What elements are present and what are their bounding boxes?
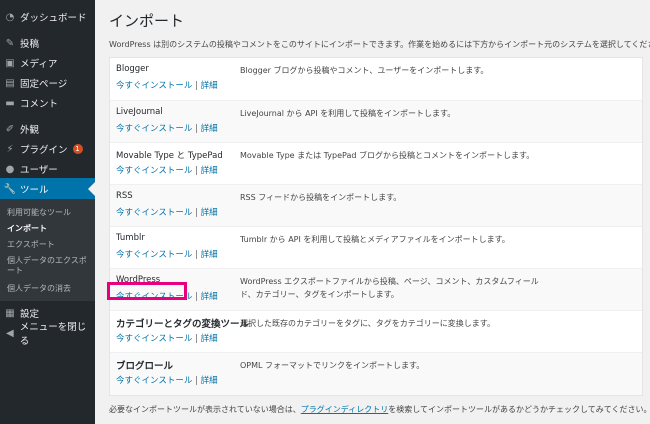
tools-submenu: 利用可能なツール インポート エクスポート 個人データのエクスポート 個人データ… — [0, 199, 95, 301]
menu-users-label: ユーザー — [20, 165, 58, 176]
page-title: インポート — [109, 12, 185, 30]
collapse-menu-button[interactable]: ◀ メニューを閉じる — [0, 322, 95, 347]
menu-plugins[interactable]: ⚡ プラグイン 1 — [0, 138, 95, 160]
footer-text-after: を検索してインポートツールがあるかどうかチェックしてみてください。 — [388, 405, 650, 414]
dashboard-icon: ◔ — [5, 11, 15, 23]
menu-dashboard-label: ダッシュボード — [20, 13, 87, 24]
importer-description: OPML フォーマットでリンクをインポートします。 — [240, 361, 425, 370]
submenu-export[interactable]: エクスポート — [7, 240, 93, 250]
media-icon: ▣ — [5, 57, 15, 69]
install-now-link[interactable]: 今すぐインストール — [116, 208, 192, 218]
menu-pages[interactable]: ▤ 固定ページ — [0, 72, 95, 94]
importer-row-tumblr: Tumblr 今すぐインストール | 詳細 Tumblr から API を利用し… — [110, 226, 642, 269]
footer-note: 必要なインポートツールが表示されていない場合は、プラグインディレクトリを検索して… — [109, 404, 650, 415]
active-indicator — [88, 182, 95, 196]
importer-description: Movable Type または TypePad ブログから投稿とコメントをイン… — [240, 151, 535, 160]
plugins-update-badge: 1 — [72, 144, 83, 154]
admin-sidebar: ◔ ダッシュボード ✎ 投稿 ▣ メディア ▤ 固定ページ ▬ コメント ✐ 外… — [0, 0, 95, 424]
importer-description: LiveJournal から API を利用して投稿をインポートします。 — [240, 109, 456, 118]
install-now-link[interactable]: 今すぐインストール — [116, 250, 192, 260]
details-link[interactable]: 詳細 — [201, 124, 218, 134]
importer-description: 選択した既存のカテゴリーをタグに、タグをカテゴリーに変換します。 — [240, 319, 495, 328]
action-separator: | — [195, 124, 198, 134]
plugin-directory-link[interactable]: プラグインディレクトリ — [301, 405, 388, 414]
importer-row-category-tag-converter: カテゴリーとタグの変換ツール 今すぐインストール | 詳細 選択した既存のカテゴ… — [110, 310, 642, 353]
importer-row-blogger: Blogger 今すぐインストール | 詳細 Blogger ブログから投稿やコ… — [110, 58, 642, 100]
submenu-import[interactable]: インポート — [7, 224, 93, 234]
comment-icon: ▬ — [5, 97, 15, 109]
importer-name: カテゴリーとタグの変換ツール — [116, 319, 250, 330]
menu-tools[interactable]: 🔧 ツール — [0, 178, 95, 200]
submenu-available-tools[interactable]: 利用可能なツール — [7, 208, 93, 218]
menu-settings-label: 設定 — [20, 309, 40, 320]
collapse-menu-label: メニューを閉じる — [19, 322, 87, 347]
details-link[interactable]: 詳細 — [201, 334, 218, 344]
importer-name: Movable Type と TypePad — [116, 151, 223, 161]
main-content: インポート WordPress は別のシステムの投稿やコメントをこのサイトにイン… — [95, 0, 650, 424]
menu-plugins-label: プラグイン — [20, 145, 68, 156]
menu-tools-label: ツール — [20, 185, 49, 196]
action-separator: | — [195, 292, 198, 302]
menu-users[interactable]: ● ユーザー — [0, 158, 95, 180]
importer-row-wordpress: WordPress 今すぐインストール | 詳細 WordPress エクスポー… — [110, 268, 642, 311]
brush-icon: ✐ — [5, 123, 15, 135]
user-icon: ● — [5, 163, 15, 175]
menu-posts[interactable]: ✎ 投稿 — [0, 32, 95, 54]
install-now-link[interactable]: 今すぐインストール — [116, 81, 192, 91]
menu-comments-label: コメント — [20, 99, 59, 110]
menu-comments[interactable]: ▬ コメント — [0, 92, 95, 114]
importer-description: WordPress エクスポートファイルから投稿、ページ、コメント、カスタムフィ… — [240, 277, 539, 299]
details-link[interactable]: 詳細 — [201, 292, 218, 302]
importers-table: Blogger 今すぐインストール | 詳細 Blogger ブログから投稿やコ… — [109, 57, 643, 396]
importer-description: Blogger ブログから投稿やコメント、ユーザーをインポートします。 — [240, 66, 489, 75]
wrench-icon: 🔧 — [3, 183, 17, 195]
submenu-export-personal-data[interactable]: 個人データのエクスポート — [7, 256, 93, 276]
pin-icon: ✎ — [5, 37, 15, 49]
importer-name: LiveJournal — [116, 107, 163, 117]
install-now-link[interactable]: 今すぐインストール — [116, 334, 192, 344]
action-separator: | — [195, 81, 198, 91]
details-link[interactable]: 詳細 — [201, 166, 218, 176]
action-separator: | — [195, 334, 198, 344]
install-now-link[interactable]: 今すぐインストール — [116, 166, 192, 176]
menu-posts-label: 投稿 — [20, 39, 40, 50]
install-now-link[interactable]: 今すぐインストール — [116, 376, 192, 386]
importer-row-movable-type: Movable Type と TypePad 今すぐインストール | 詳細 Mo… — [110, 142, 642, 185]
wordpress-install-highlight — [107, 282, 187, 300]
page-icon: ▤ — [5, 77, 15, 89]
importer-name: RSS — [116, 191, 133, 201]
importer-name: ブログロール — [116, 361, 174, 372]
importer-name: Blogger — [116, 64, 149, 74]
collapse-icon: ◀ — [6, 327, 14, 339]
plug-icon: ⚡ — [6, 143, 14, 155]
details-link[interactable]: 詳細 — [201, 376, 218, 386]
submenu-erase-personal-data[interactable]: 個人データの消去 — [7, 284, 93, 294]
action-separator: | — [195, 250, 198, 260]
importer-row-blogroll: ブログロール 今すぐインストール | 詳細 OPML フォーマットでリンクをイン… — [110, 352, 642, 395]
importer-description: RSS フィードから投稿をインポートします。 — [240, 193, 402, 202]
importer-row-livejournal: LiveJournal 今すぐインストール | 詳細 LiveJournal か… — [110, 100, 642, 143]
menu-pages-label: 固定ページ — [20, 79, 68, 90]
menu-dashboard[interactable]: ◔ ダッシュボード — [0, 6, 95, 28]
action-separator: | — [195, 376, 198, 386]
action-separator: | — [195, 208, 198, 218]
details-link[interactable]: 詳細 — [201, 250, 218, 260]
details-link[interactable]: 詳細 — [201, 208, 218, 218]
action-separator: | — [195, 166, 198, 176]
details-link[interactable]: 詳細 — [201, 81, 218, 91]
importer-row-rss: RSS 今すぐインストール | 詳細 RSS フィードから投稿をインポートします… — [110, 184, 642, 227]
menu-appearance[interactable]: ✐ 外観 — [0, 118, 95, 140]
footer-text-before: 必要なインポートツールが表示されていない場合は、 — [109, 405, 301, 414]
menu-appearance-label: 外観 — [20, 125, 40, 136]
importer-description: Tumblr から API を利用して投稿とメディアファイルをインポートします。 — [240, 235, 510, 244]
settings-icon: ▦ — [5, 307, 15, 319]
importer-name: Tumblr — [116, 233, 145, 243]
menu-media[interactable]: ▣ メディア — [0, 52, 95, 74]
menu-media-label: メディア — [20, 59, 58, 70]
install-now-link[interactable]: 今すぐインストール — [116, 124, 192, 134]
intro-text: WordPress は別のシステムの投稿やコメントをこのサイトにインポートできま… — [109, 40, 650, 49]
